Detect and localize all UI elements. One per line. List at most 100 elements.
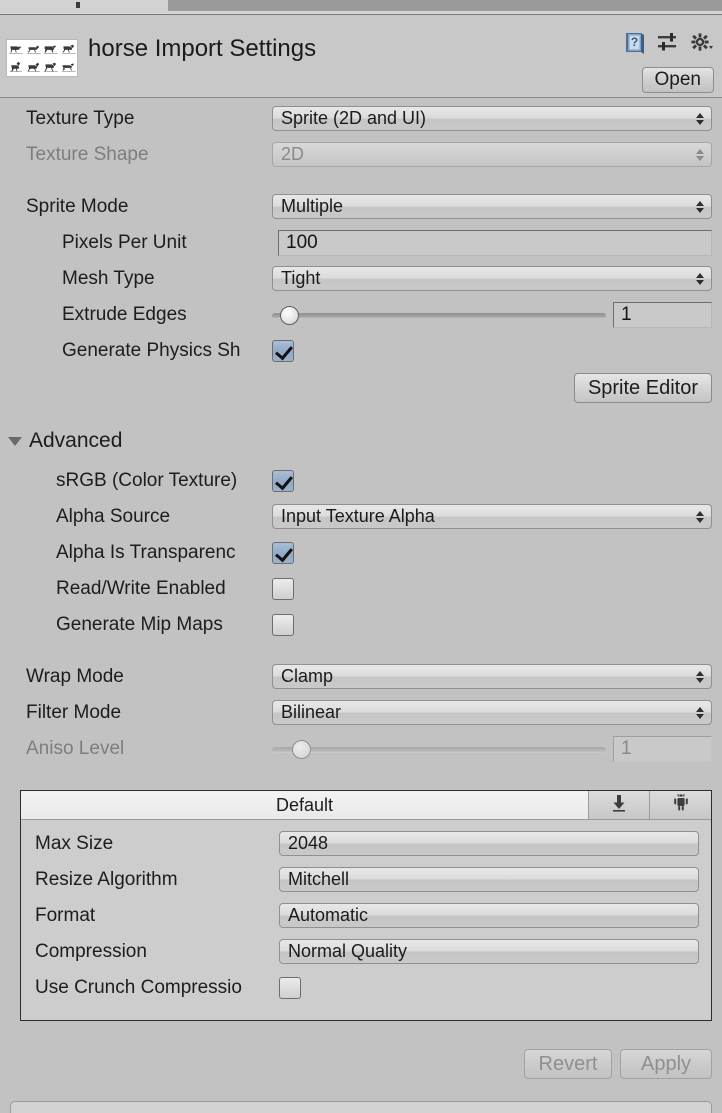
srgb-checkbox[interactable]	[272, 470, 294, 492]
row-resize-algorithm: Resize Algorithm Mitchell	[21, 865, 711, 895]
slider-handle[interactable]	[280, 306, 299, 325]
resize-algorithm-label: Resize Algorithm	[35, 869, 178, 890]
max-size-value: 2048	[288, 833, 329, 853]
row-extrude-edges: Extrude Edges 1	[0, 300, 722, 330]
sprite-frame	[25, 40, 43, 58]
row-mesh-type: Mesh Type Tight	[0, 264, 722, 294]
mesh-type-label: Mesh Type	[62, 268, 155, 289]
resize-algorithm-dropdown[interactable]: Mitchell	[279, 867, 699, 892]
alpha-is-transparency-label: Alpha Is Transparenc	[56, 542, 236, 563]
filter-mode-dropdown[interactable]: Bilinear	[272, 700, 712, 725]
advanced-foldout[interactable]: Advanced	[8, 429, 122, 453]
sprite-frame	[60, 40, 78, 58]
alpha-is-transparency-checkbox[interactable]	[272, 542, 294, 564]
aniso-level-input: 1	[613, 736, 712, 762]
crunch-label: Use Crunch Compressio	[35, 977, 242, 998]
extrude-edges-slider[interactable]	[272, 305, 606, 325]
read-write-label: Read/Write Enabled	[56, 578, 226, 599]
apply-button[interactable]: Apply	[620, 1049, 712, 1079]
row-alpha-source: Alpha Source Input Texture Alpha	[0, 502, 722, 532]
extrude-edges-input[interactable]: 1	[613, 302, 712, 328]
sprite-editor-button[interactable]: Sprite Editor	[573, 373, 712, 403]
import-settings-body: Texture Type Sprite (2D and UI) Texture …	[0, 98, 722, 1113]
page-title: horse Import Settings	[88, 35, 317, 62]
generate-physics-shape-checkbox[interactable]	[272, 340, 294, 362]
format-label: Format	[35, 905, 96, 926]
filter-mode-value: Bilinear	[281, 702, 342, 722]
slider-track	[272, 747, 606, 753]
standalone-download-icon	[609, 793, 629, 818]
row-generate-mip-maps: Generate Mip Maps	[0, 610, 722, 640]
texture-type-dropdown[interactable]: Sprite (2D and UI)	[272, 106, 712, 131]
platform-tab-bar: Default	[21, 791, 711, 820]
pixels-per-unit-input[interactable]: 100	[278, 230, 712, 256]
row-pixels-per-unit: Pixels Per Unit 100	[0, 228, 722, 258]
platform-tab-standalone[interactable]	[589, 791, 650, 819]
slider-handle	[292, 740, 311, 759]
sprite-mode-dropdown[interactable]: Multiple	[272, 194, 712, 219]
sprite-frame	[42, 40, 60, 58]
compression-value: Normal Quality	[288, 941, 408, 961]
chevron-down-icon	[8, 436, 22, 446]
editor-tab-strip[interactable]	[0, 0, 722, 15]
extrude-edges-label: Extrude Edges	[62, 304, 187, 325]
row-crunch-compression: Use Crunch Compressio	[21, 973, 711, 1003]
tab-inspector[interactable]	[0, 0, 168, 13]
srgb-label: sRGB (Color Texture)	[56, 470, 238, 491]
platform-tab-default-label: Default	[275, 794, 334, 815]
svg-text:?: ?	[631, 35, 638, 49]
read-write-checkbox[interactable]	[272, 578, 294, 600]
max-size-label: Max Size	[35, 833, 114, 854]
crunch-checkbox[interactable]	[279, 977, 301, 999]
compression-label: Compression	[35, 941, 147, 962]
chevron-updown-icon	[696, 272, 704, 285]
row-max-size: Max Size 2048	[21, 829, 711, 859]
slider-track	[272, 313, 606, 319]
mesh-type-dropdown[interactable]: Tight	[272, 266, 712, 291]
alpha-source-dropdown[interactable]: Input Texture Alpha	[272, 504, 712, 529]
compression-dropdown[interactable]: Normal Quality	[279, 939, 699, 964]
horse-spritesheet-thumbnail	[6, 39, 78, 77]
row-wrap-mode: Wrap Mode Clamp	[0, 662, 722, 692]
preset-sliders-icon[interactable]	[657, 32, 679, 60]
platform-settings-box: Default Max Size 2048 Resize Algorithm M…	[20, 790, 712, 1021]
mip-maps-checkbox[interactable]	[272, 614, 294, 636]
gear-dropdown-icon[interactable]	[690, 32, 714, 60]
texture-type-value: Sprite (2D and UI)	[281, 108, 427, 128]
chevron-updown-icon	[696, 510, 704, 523]
help-book-icon[interactable]: ?	[624, 31, 646, 61]
alpha-source-value: Input Texture Alpha	[281, 506, 435, 526]
row-format: Format Automatic	[21, 901, 711, 931]
texture-shape-label: Texture Shape	[26, 144, 149, 165]
filter-mode-label: Filter Mode	[26, 702, 122, 723]
wrap-mode-label: Wrap Mode	[26, 666, 124, 687]
wrap-mode-value: Clamp	[281, 666, 334, 686]
tab-marker-icon	[76, 2, 80, 8]
android-robot-icon	[671, 793, 691, 818]
extrude-edges-value: 1	[621, 304, 632, 325]
texture-type-label: Texture Type	[26, 108, 135, 129]
format-value: Automatic	[288, 905, 369, 925]
row-read-write-enabled: Read/Write Enabled	[0, 574, 722, 604]
alpha-source-label: Alpha Source	[56, 506, 171, 527]
format-dropdown[interactable]: Automatic	[279, 903, 699, 928]
mip-maps-label: Generate Mip Maps	[56, 614, 223, 635]
open-button[interactable]: Open	[641, 67, 714, 93]
aniso-level-slider	[272, 739, 606, 759]
revert-button[interactable]: Revert	[524, 1049, 612, 1079]
platform-tab-default[interactable]: Default	[21, 791, 589, 819]
row-texture-type: Texture Type Sprite (2D and UI)	[0, 104, 722, 134]
row-srgb: sRGB (Color Texture)	[0, 466, 722, 496]
advanced-foldout-label: Advanced	[29, 429, 123, 452]
header-icon-group: ?	[624, 31, 714, 61]
sprite-frame	[60, 58, 78, 76]
pixels-per-unit-value: 100	[286, 232, 318, 253]
mesh-type-value: Tight	[281, 268, 321, 288]
sprite-frame	[25, 58, 43, 76]
wrap-mode-dropdown[interactable]: Clamp	[272, 664, 712, 689]
chevron-updown-icon	[696, 670, 704, 683]
max-size-dropdown[interactable]: 2048	[279, 831, 699, 856]
preview-panel-strip[interactable]	[10, 1101, 712, 1113]
resize-algorithm-value: Mitchell	[288, 869, 350, 889]
platform-tab-android[interactable]	[650, 791, 711, 819]
